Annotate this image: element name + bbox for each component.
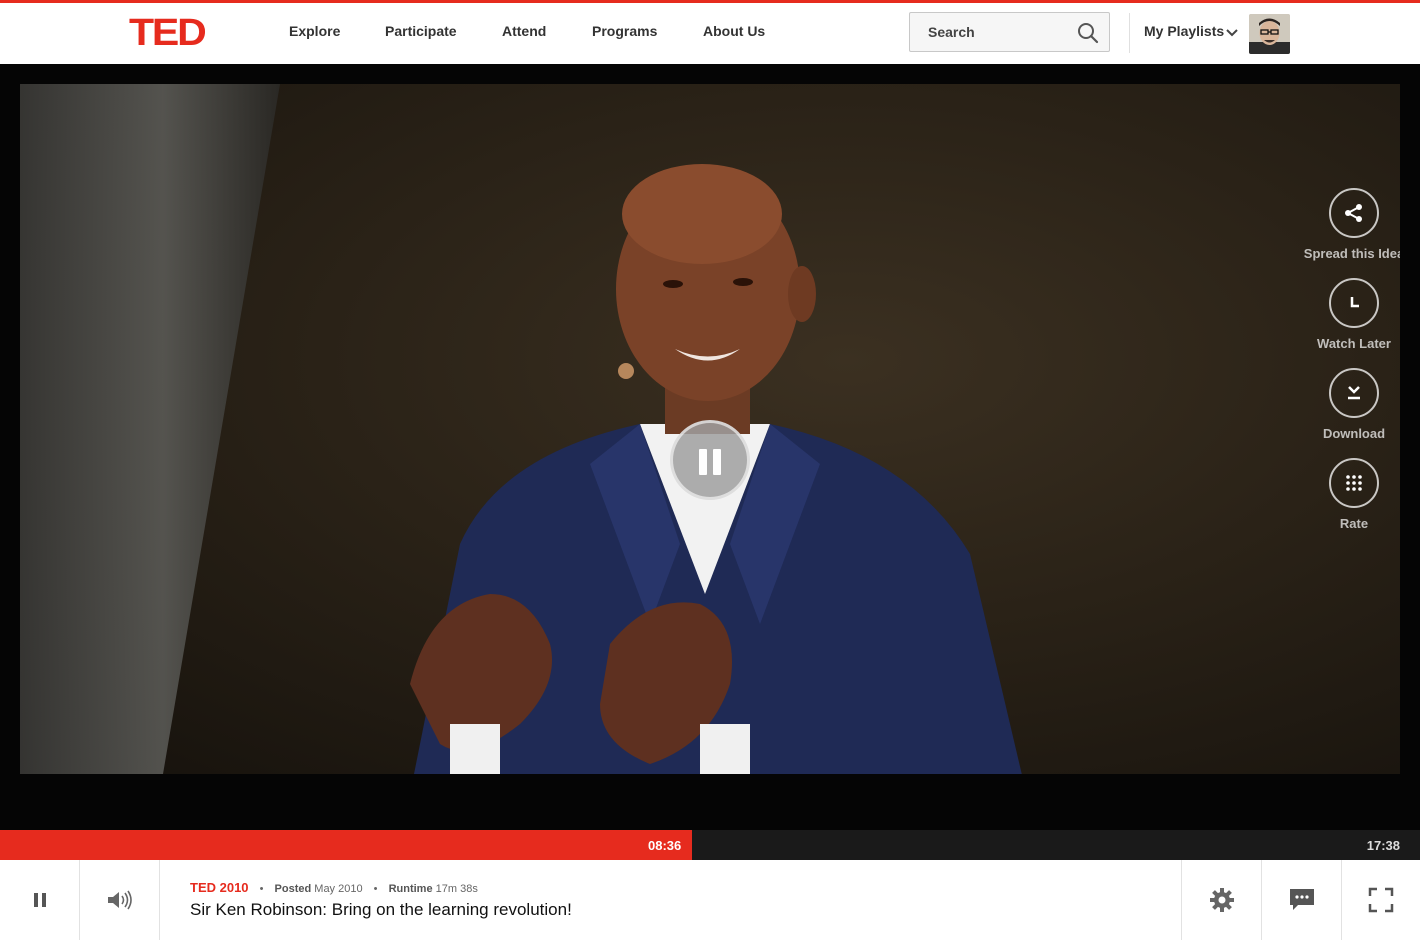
- search-placeholder: Search: [928, 24, 975, 40]
- nav-about-us[interactable]: About Us: [703, 23, 765, 39]
- download-button[interactable]: Download: [1290, 368, 1400, 441]
- download-icon: [1348, 386, 1360, 400]
- rate-label: Rate: [1339, 516, 1369, 531]
- nav-explore[interactable]: Explore: [289, 23, 340, 39]
- watch-later-label: Watch Later: [1317, 336, 1391, 351]
- controls-bar: TED 2010 • Posted May 2010 • Runtime 17m…: [0, 860, 1420, 940]
- volume-button[interactable]: [80, 860, 160, 940]
- center-pause-button[interactable]: [670, 420, 750, 500]
- share-icon: [1345, 204, 1362, 222]
- nav-participate[interactable]: Participate: [385, 23, 457, 39]
- grid-icon: [1346, 475, 1362, 491]
- event-link[interactable]: TED 2010: [190, 880, 249, 895]
- search-input[interactable]: Search: [909, 12, 1110, 52]
- control-divider: [159, 860, 160, 940]
- watch-later-button[interactable]: Watch Later: [1290, 278, 1400, 351]
- download-label: Download: [1322, 426, 1386, 441]
- transcript-button[interactable]: [1262, 860, 1342, 940]
- search-icon[interactable]: [1077, 22, 1099, 44]
- gear-icon: [1210, 888, 1234, 912]
- clock-icon: [1350, 297, 1359, 308]
- header-divider: [1129, 13, 1130, 53]
- pause-icon: [699, 449, 707, 475]
- nav-attend[interactable]: Attend: [502, 23, 546, 39]
- fullscreen-button[interactable]: [1341, 860, 1420, 940]
- volume-icon: [108, 890, 132, 910]
- pause-button[interactable]: [0, 860, 80, 940]
- runtime-label: Runtime: [388, 883, 433, 895]
- top-navigation-bar: TED Explore Participate Attend Programs …: [0, 0, 1420, 64]
- progress-bar[interactable]: 08:36 17:38: [0, 830, 1420, 860]
- ted-logo[interactable]: TED: [129, 14, 207, 52]
- rate-button[interactable]: Rate: [1290, 458, 1400, 531]
- stage-wall-panel: [20, 84, 280, 774]
- progress-fill: [0, 830, 692, 860]
- pause-icon: [34, 893, 46, 907]
- talk-meta: TED 2010 • Posted May 2010 • Runtime 17m…: [190, 880, 478, 895]
- current-time: 08:36: [648, 838, 682, 853]
- talk-title: Sir Ken Robinson: Bring on the learning …: [190, 900, 572, 919]
- settings-button[interactable]: [1182, 860, 1262, 940]
- fullscreen-icon: [1368, 887, 1394, 913]
- my-playlists-menu[interactable]: My Playlists: [1144, 23, 1224, 39]
- total-time: 17:38: [1366, 838, 1400, 853]
- spread-this-idea-label: Spread this Idea: [1303, 246, 1400, 261]
- spread-this-idea-button[interactable]: Spread this Idea: [1290, 188, 1400, 261]
- runtime-value: 17m 38s: [435, 883, 478, 895]
- posted-label: Posted: [274, 883, 312, 895]
- video-player[interactable]: Spread this Idea Watch Later Download Ra…: [0, 64, 1420, 830]
- posted-value: May 2010: [314, 883, 363, 895]
- nav-programs[interactable]: Programs: [592, 23, 657, 39]
- avatar[interactable]: [1249, 14, 1290, 54]
- speech-bubble-icon: [1290, 889, 1314, 910]
- chevron-down-icon[interactable]: [1226, 27, 1238, 39]
